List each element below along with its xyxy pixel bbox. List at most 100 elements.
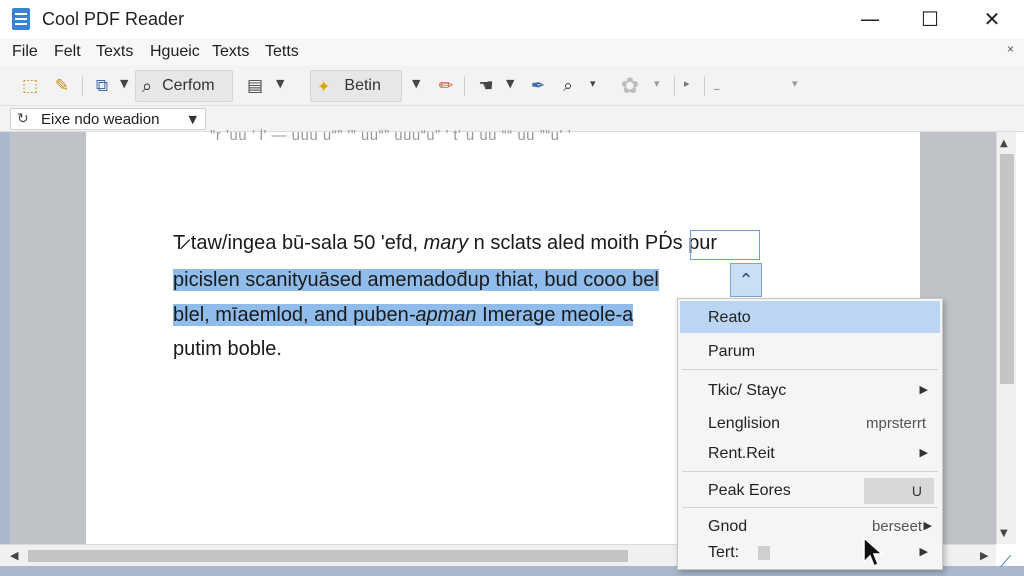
chevron-down-icon[interactable]: ▼ bbox=[506, 77, 514, 90]
chevron-right-icon[interactable]: ▸ bbox=[684, 77, 690, 90]
submenu-arrow-icon: ▶ bbox=[919, 446, 928, 459]
puzzle-icon[interactable]: ✿ bbox=[618, 74, 642, 99]
chevron-up-icon: ⌃ bbox=[738, 269, 754, 291]
menu-item-hgueic[interactable]: Hgueic bbox=[150, 43, 200, 61]
submenu-arrow-icon: ▶ bbox=[919, 383, 928, 396]
chevron-down-icon: ▼ bbox=[188, 113, 197, 126]
hand-tool-icon[interactable]: ☚ bbox=[474, 74, 498, 98]
menu-bar: File Felt Texts Hgueic Texts Tetts × bbox=[0, 38, 1024, 66]
menu-divider bbox=[682, 369, 938, 370]
page-faded-text: "r 'uu ’ l' — uuu u“” '” uu“” uuu“u” ’ t… bbox=[210, 127, 572, 144]
edit-button[interactable]: ✦ Betin bbox=[310, 70, 402, 102]
selected-text-line[interactable]: blel, mīaemlod, and puben-apman Imerage… bbox=[173, 301, 634, 331]
context-item-lenglision[interactable]: Lenglision mprsterrt bbox=[680, 407, 940, 439]
text-italic: mary bbox=[423, 232, 469, 254]
context-item-shortcut: berseet bbox=[871, 518, 922, 535]
chevron-down-icon[interactable]: ▼ bbox=[412, 77, 420, 90]
chevron-down-icon[interactable]: ▾ bbox=[654, 77, 660, 90]
zoom-value: Eixe ndo weadion bbox=[41, 111, 160, 128]
search-button-label: Cerfom bbox=[162, 77, 215, 94]
context-item-label: Parum bbox=[708, 343, 756, 360]
context-item-rentreit[interactable]: Rent.Reit ▶ bbox=[680, 437, 940, 469]
context-item-stayc[interactable]: Tkic/ Stayc ▶ bbox=[680, 374, 940, 406]
selected-text: blel, mīaemlod, and puben bbox=[173, 304, 409, 326]
chevron-down-icon[interactable]: ▾ bbox=[590, 77, 596, 90]
mouse-pointer-icon bbox=[863, 536, 884, 568]
pen-icon[interactable]: ✒ bbox=[526, 74, 550, 98]
vertical-scroll-thumb[interactable] bbox=[1000, 154, 1014, 384]
submenu-arrow-icon: ▶ bbox=[923, 519, 932, 532]
document-left-strip bbox=[0, 132, 10, 544]
context-item-label: Lenglision bbox=[708, 415, 781, 432]
text-segment: T̷ taw/ingea bū-sala 50 'efd, bbox=[173, 232, 419, 254]
menu-item-tetts[interactable]: Tetts bbox=[265, 43, 299, 61]
menu-item-file[interactable]: File bbox=[12, 43, 38, 61]
toolbar-divider bbox=[704, 76, 705, 96]
menu-item-texts-2[interactable]: Texts bbox=[212, 43, 249, 61]
scroll-left-icon[interactable]: ◀ bbox=[10, 549, 18, 562]
minimize-button[interactable]: — bbox=[840, 0, 900, 38]
scroll-right-icon[interactable]: ▶ bbox=[980, 549, 988, 562]
vertical-scrollbar[interactable]: ▲ ▼ bbox=[996, 132, 1016, 544]
select-tool-icon[interactable]: ⬚ bbox=[18, 74, 42, 98]
toolbar-divider bbox=[674, 76, 675, 96]
selected-text-block: blel, mīaemlod, and puben-apman Imerage… bbox=[173, 304, 634, 326]
chevron-down-icon[interactable]: ▼ bbox=[120, 77, 128, 90]
submenu-arrow-icon: ▶ bbox=[919, 545, 928, 558]
context-item-parum[interactable]: Parum bbox=[680, 335, 940, 367]
app-icon bbox=[12, 8, 30, 30]
menu-item-felt[interactable]: Felt bbox=[54, 43, 81, 61]
toolbar-divider bbox=[82, 76, 83, 96]
refresh-icon: ↻ bbox=[17, 111, 29, 127]
context-item-label: Tkic/ Stayc bbox=[708, 382, 787, 399]
zoom-icon[interactable]: ⌕ bbox=[556, 74, 580, 98]
search-icon: ⌕ bbox=[142, 75, 153, 97]
chevron-down-icon[interactable]: ▾ bbox=[792, 77, 798, 90]
window-title: Cool PDF Reader bbox=[42, 9, 185, 29]
text-segment: n sclats aled moith PD́s pur bbox=[473, 232, 718, 254]
edit-button-label: Betin bbox=[344, 77, 381, 94]
maximize-button[interactable]: ☐ bbox=[900, 0, 960, 38]
resize-grip-icon[interactable]: ⟋ bbox=[1000, 552, 1011, 572]
context-item-label: Rent.Reit bbox=[708, 445, 775, 462]
highlight-icon: ✦ bbox=[317, 76, 331, 96]
menu-divider bbox=[682, 471, 938, 472]
selected-text: Imerage meole-a bbox=[482, 304, 634, 326]
word-selection-box[interactable] bbox=[690, 230, 760, 260]
toolbar: ⬚ ✎ ⧉ ▼ ⌕ Cerfom ▤ ▼ ✦ Betin ▼ ✏ ☚ ▼ ✒ ⌕… bbox=[0, 66, 1024, 106]
scroll-down-icon[interactable]: ▼ bbox=[1000, 528, 1008, 539]
text-line[interactable]: putim boble. bbox=[173, 338, 282, 361]
color-swatch bbox=[758, 546, 770, 560]
selection-handle[interactable]: ⌃ bbox=[730, 263, 762, 297]
context-item-shortcut: U bbox=[911, 483, 922, 499]
context-item-value-box: U bbox=[864, 478, 934, 504]
text-segment: putim boble. bbox=[173, 338, 282, 360]
context-item-reato[interactable]: Reato bbox=[680, 301, 940, 333]
context-item-label: Reato bbox=[708, 309, 751, 326]
horizontal-scroll-thumb[interactable] bbox=[28, 550, 628, 562]
selected-text: picislen scanityuāsed amemadod̄up thiat… bbox=[173, 269, 659, 291]
underline-icon[interactable]: _ bbox=[714, 77, 720, 90]
zoom-select[interactable]: ↻ Eixe ndo weadion ▼ bbox=[10, 108, 206, 130]
chevron-down-icon[interactable]: ▼ bbox=[276, 77, 284, 90]
edit-image-icon[interactable]: ✎ bbox=[50, 74, 74, 98]
selected-text-italic: -apman bbox=[408, 304, 477, 326]
menu-divider bbox=[682, 507, 938, 508]
close-window-button[interactable]: ✕ bbox=[962, 0, 1022, 38]
title-bar: Cool PDF Reader — ☐ ✕ bbox=[0, 0, 1024, 38]
page-view-icon[interactable]: ⧉ bbox=[90, 74, 114, 98]
toolbar-divider bbox=[464, 76, 465, 96]
context-item-label: Tert: bbox=[708, 544, 740, 561]
selected-text-line[interactable]: picislen scanityuāsed amemadod̄up thiat… bbox=[173, 266, 659, 296]
search-button[interactable]: ⌕ Cerfom bbox=[135, 70, 233, 102]
scroll-up-icon[interactable]: ▲ bbox=[1000, 138, 1008, 149]
context-menu: Reato Parum Tkic/ Stayc ▶ Lenglision mpr… bbox=[677, 298, 943, 570]
context-item-shortcut: mprsterrt bbox=[866, 415, 926, 432]
pencil-icon[interactable]: ✏ bbox=[434, 74, 458, 98]
context-item-tert[interactable]: Tert: ▶ bbox=[680, 536, 940, 568]
menu-item-texts[interactable]: Texts bbox=[96, 43, 133, 61]
layout-icon[interactable]: ▤ bbox=[243, 74, 267, 98]
text-line[interactable]: T̷ taw/ingea bū-sala 50 'efd, mary n sc… bbox=[173, 232, 717, 255]
menu-close-icon[interactable]: × bbox=[1007, 42, 1014, 56]
context-item-peak-eores[interactable]: Peak Eores U bbox=[680, 474, 940, 506]
